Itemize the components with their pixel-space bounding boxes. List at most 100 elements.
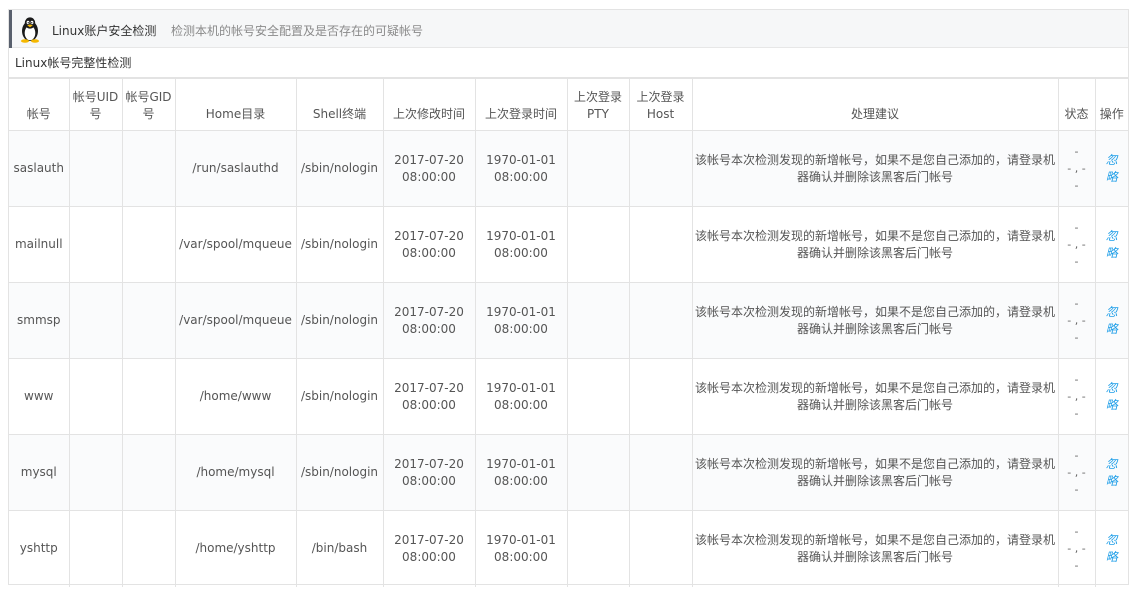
- cell-host: [628, 358, 693, 435]
- ignore-link[interactable]: 忽略: [1106, 532, 1118, 566]
- cell-host: [628, 282, 693, 359]
- header-accent-bar: [9, 10, 12, 48]
- column-header-advice: 处理建议: [691, 78, 1059, 131]
- cell-host: [628, 434, 693, 511]
- table-row: mysql /home/mysql /sbin/nologin 2017-07-…: [9, 434, 1128, 511]
- login-date: 1970-01-01: [486, 152, 556, 167]
- column-header-modify-time: 上次修改时间: [382, 78, 476, 131]
- cell-shell: /sbin/nologin: [295, 282, 384, 359]
- tux-penguin-icon: [21, 17, 39, 43]
- ignore-link[interactable]: 忽略: [1106, 380, 1118, 414]
- cell-advice: 该帐号本次检测发现的新增帐号，如果不是您自己添加的，请登录机器确认并删除该黑客后…: [691, 434, 1059, 511]
- column-header-uid: 帐号UID号: [68, 78, 123, 131]
- cell-pty: [566, 434, 630, 511]
- login-date: 1970-01-01: [486, 228, 556, 243]
- cell-home: /var/spool/mqueue: [174, 282, 297, 359]
- cell-pty: [566, 206, 630, 283]
- login-clock: 08:00:00: [494, 321, 548, 336]
- cell-uid: [68, 206, 123, 283]
- cell-uid: [68, 510, 123, 587]
- cell-operation: 忽略: [1094, 434, 1128, 511]
- cell-advice: 该帐号本次检测发现的新增帐号，如果不是您自己添加的，请登录机器确认并删除该黑客后…: [691, 510, 1059, 587]
- page-description: 检测本机的帐号安全配置及是否存在的可疑帐号: [171, 24, 424, 38]
- cell-status: - - , - -: [1057, 206, 1096, 283]
- login-date: 1970-01-01: [486, 304, 556, 319]
- cell-account: smmsp: [9, 282, 70, 359]
- cell-account: mailnull: [9, 206, 70, 283]
- column-header-login-time: 上次登录时间: [474, 78, 568, 131]
- status-line: -: [1074, 145, 1079, 158]
- ignore-link[interactable]: 忽略: [1106, 456, 1118, 490]
- cell-uid: [68, 282, 123, 359]
- status-line: - , -: [1067, 466, 1086, 479]
- modify-clock: 08:00:00: [402, 473, 456, 488]
- cell-modify-time: 2017-07-20 08:00:00: [382, 282, 476, 359]
- status-line: -: [1074, 255, 1079, 268]
- ignore-link[interactable]: 忽略: [1106, 304, 1118, 338]
- cell-host: [628, 510, 693, 587]
- cell-login-time: 1970-01-01 08:00:00: [474, 358, 568, 435]
- panel-header: Linux账户安全检测 检测本机的帐号安全配置及是否存在的可疑帐号: [9, 10, 1128, 48]
- column-header-shell: Shell终端: [295, 78, 384, 131]
- modify-date: 2017-07-20: [394, 304, 464, 319]
- cell-pty: [566, 510, 630, 587]
- login-clock: 08:00:00: [494, 549, 548, 564]
- cell-operation: 忽略: [1094, 130, 1128, 207]
- cell-login-time: 1970-01-01 08:00:00: [474, 206, 568, 283]
- cell-account: saslauth: [9, 130, 70, 207]
- cell-gid: [121, 510, 176, 587]
- column-header-gid: 帐号GID号: [121, 78, 176, 131]
- cell-gid: [121, 434, 176, 511]
- login-clock: 08:00:00: [494, 397, 548, 412]
- table-row: yshttp /home/yshttp /bin/bash 2017-07-20…: [9, 510, 1128, 587]
- cell-account: mysql: [9, 434, 70, 511]
- cell-login-time: 1970-01-01 08:00:00: [474, 434, 568, 511]
- cell-operation: 忽略: [1094, 358, 1128, 435]
- cell-shell: /sbin/nologin: [295, 434, 384, 511]
- ignore-link[interactable]: 忽略: [1106, 228, 1118, 262]
- cell-operation: 忽略: [1094, 510, 1128, 587]
- cell-account: yshttp: [9, 510, 70, 587]
- cell-shell: /sbin/nologin: [295, 358, 384, 435]
- login-clock: 08:00:00: [494, 169, 548, 184]
- cell-shell: /sbin/nologin: [295, 130, 384, 207]
- login-clock: 08:00:00: [494, 245, 548, 260]
- cell-home: /run/saslauthd: [174, 130, 297, 207]
- cell-status: - - , - -: [1057, 282, 1096, 359]
- cell-status: - - , - -: [1057, 358, 1096, 435]
- cell-home: /home/yshttp: [174, 510, 297, 587]
- table-row: www /home/www /sbin/nologin 2017-07-20 0…: [9, 358, 1128, 435]
- table-row: mailnull /var/spool/mqueue /sbin/nologin…: [9, 206, 1128, 283]
- column-header-host: 上次登录Host: [628, 78, 693, 131]
- modify-clock: 08:00:00: [402, 321, 456, 336]
- status-line: -: [1074, 297, 1079, 310]
- table-row: smmsp /var/spool/mqueue /sbin/nologin 20…: [9, 282, 1128, 359]
- cell-modify-time: 2017-07-20 08:00:00: [382, 510, 476, 587]
- cell-shell: /sbin/nologin: [295, 206, 384, 283]
- cell-home: /home/www: [174, 358, 297, 435]
- cell-advice: 该帐号本次检测发现的新增帐号，如果不是您自己添加的，请登录机器确认并删除该黑客后…: [691, 130, 1059, 207]
- cell-gid: [121, 358, 176, 435]
- cell-operation: 忽略: [1094, 206, 1128, 283]
- cell-modify-time: 2017-07-20 08:00:00: [382, 130, 476, 207]
- cell-advice: 该帐号本次检测发现的新增帐号，如果不是您自己添加的，请登录机器确认并删除该黑客后…: [691, 206, 1059, 283]
- cell-login-time: 1970-01-01 08:00:00: [474, 282, 568, 359]
- cell-status: - - , - -: [1057, 434, 1096, 511]
- cell-account: www: [9, 358, 70, 435]
- cell-pty: [566, 130, 630, 207]
- cell-host: [628, 130, 693, 207]
- account-security-panel: Linux账户安全检测 检测本机的帐号安全配置及是否存在的可疑帐号 Linux帐…: [8, 9, 1129, 587]
- login-date: 1970-01-01: [486, 532, 556, 547]
- modify-date: 2017-07-20: [394, 380, 464, 395]
- ignore-link[interactable]: 忽略: [1106, 152, 1118, 186]
- status-line: -: [1074, 407, 1079, 420]
- column-header-home: Home目录: [174, 78, 297, 131]
- modify-clock: 08:00:00: [402, 245, 456, 260]
- modify-date: 2017-07-20: [394, 228, 464, 243]
- cell-status: - - , - -: [1057, 510, 1096, 587]
- login-clock: 08:00:00: [494, 473, 548, 488]
- cell-host: [628, 206, 693, 283]
- modify-date: 2017-07-20: [394, 532, 464, 547]
- status-line: - , -: [1067, 542, 1086, 556]
- cell-gid: [121, 130, 176, 207]
